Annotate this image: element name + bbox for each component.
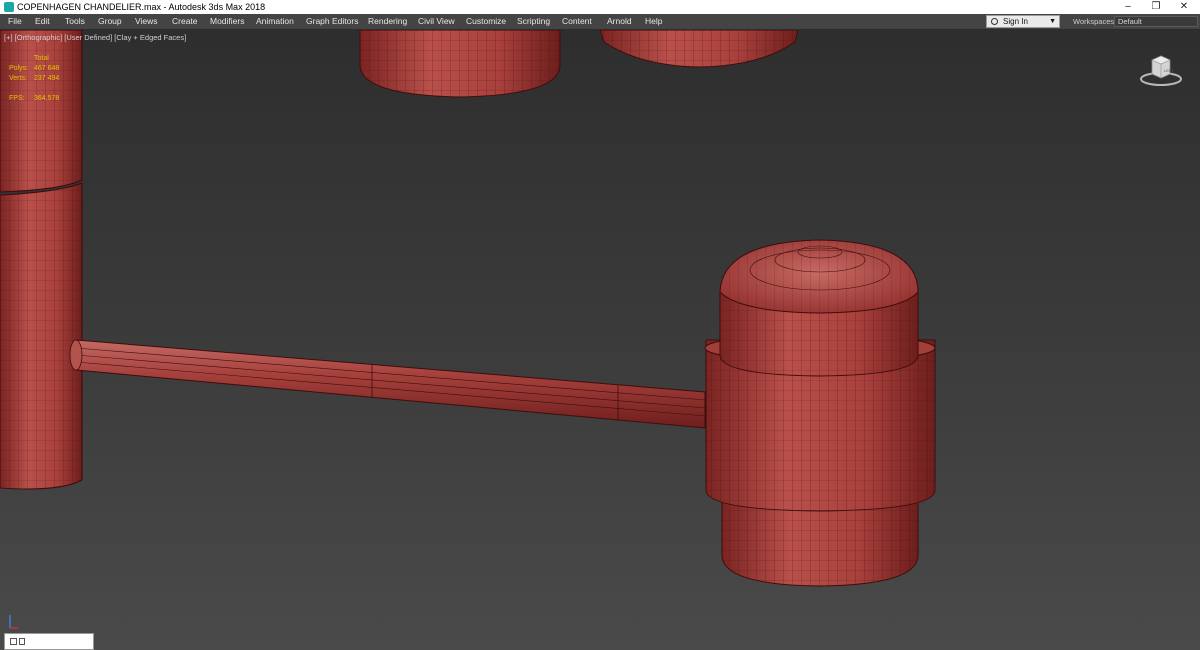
viewcube-face-label: LEFT: [1164, 68, 1174, 73]
menu-modifiers[interactable]: Modifiers: [210, 14, 244, 29]
top-cylinder-left: [359, 30, 561, 98]
menu-group[interactable]: Group: [98, 14, 122, 29]
menu-file[interactable]: File: [8, 14, 22, 29]
axis-tripod-icon: [9, 615, 18, 629]
menu-tools[interactable]: Tools: [65, 14, 85, 29]
perspective-viewport[interactable]: [+] [Orthographic] [User Defined] [Clay …: [0, 30, 1200, 650]
socket-assembly: [704, 239, 936, 587]
menu-animation[interactable]: Animation: [256, 14, 294, 29]
maxscript-listener[interactable]: [4, 633, 94, 650]
listener-icon: [19, 638, 25, 645]
menu-graph-editors[interactable]: Graph Editors: [306, 14, 358, 29]
verts-value: 237 494: [34, 75, 60, 82]
menu-customize[interactable]: Customize: [466, 14, 506, 29]
fps-value: 364,578: [34, 95, 60, 102]
title-bar: COPENHAGEN CHANDELIER.max - Autodesk 3ds…: [0, 0, 1200, 14]
viewport-label[interactable]: [+] [Orthographic] [User Defined] [Clay …: [4, 33, 186, 42]
verts-label: Verts:: [9, 75, 27, 82]
user-icon: [991, 18, 998, 25]
app-icon: [4, 2, 14, 12]
menu-civil-view[interactable]: Civil View: [418, 14, 455, 29]
connecting-rod: [69, 339, 706, 429]
menu-content[interactable]: Content: [562, 14, 592, 29]
workspaces-select[interactable]: Default: [1114, 16, 1198, 27]
menu-arnold[interactable]: Arnold: [607, 14, 632, 29]
polys-value: 467 648: [34, 65, 60, 72]
scene-render: [0, 30, 936, 587]
restore-button[interactable]: ❐: [1142, 0, 1170, 14]
stats-header: Total: [34, 55, 49, 62]
window-title: COPENHAGEN CHANDELIER.max - Autodesk 3ds…: [17, 2, 266, 12]
menu-create[interactable]: Create: [172, 14, 198, 29]
top-cylinder-right: [599, 30, 799, 68]
sign-in-label: Sign In: [1003, 17, 1028, 26]
sign-in-dropdown[interactable]: Sign In ▼: [986, 15, 1060, 28]
minimize-button[interactable]: –: [1114, 0, 1142, 14]
menu-rendering[interactable]: Rendering: [368, 14, 407, 29]
polys-label: Polys:: [9, 65, 29, 72]
workspaces-label: Workspaces:: [1073, 17, 1117, 26]
menu-help[interactable]: Help: [645, 14, 662, 29]
fps-label: FPS:: [9, 95, 25, 102]
maxscript-icon: [10, 638, 17, 645]
chevron-down-icon: ▼: [1049, 18, 1056, 25]
close-button[interactable]: ✕: [1170, 0, 1198, 14]
viewcube-icon[interactable]: LEFT: [1138, 52, 1184, 90]
menu-views[interactable]: Views: [135, 14, 158, 29]
menu-scripting[interactable]: Scripting: [517, 14, 550, 29]
menu-bar: File Edit Tools Group Views Create Modif…: [0, 14, 1200, 30]
menu-edit[interactable]: Edit: [35, 14, 50, 29]
